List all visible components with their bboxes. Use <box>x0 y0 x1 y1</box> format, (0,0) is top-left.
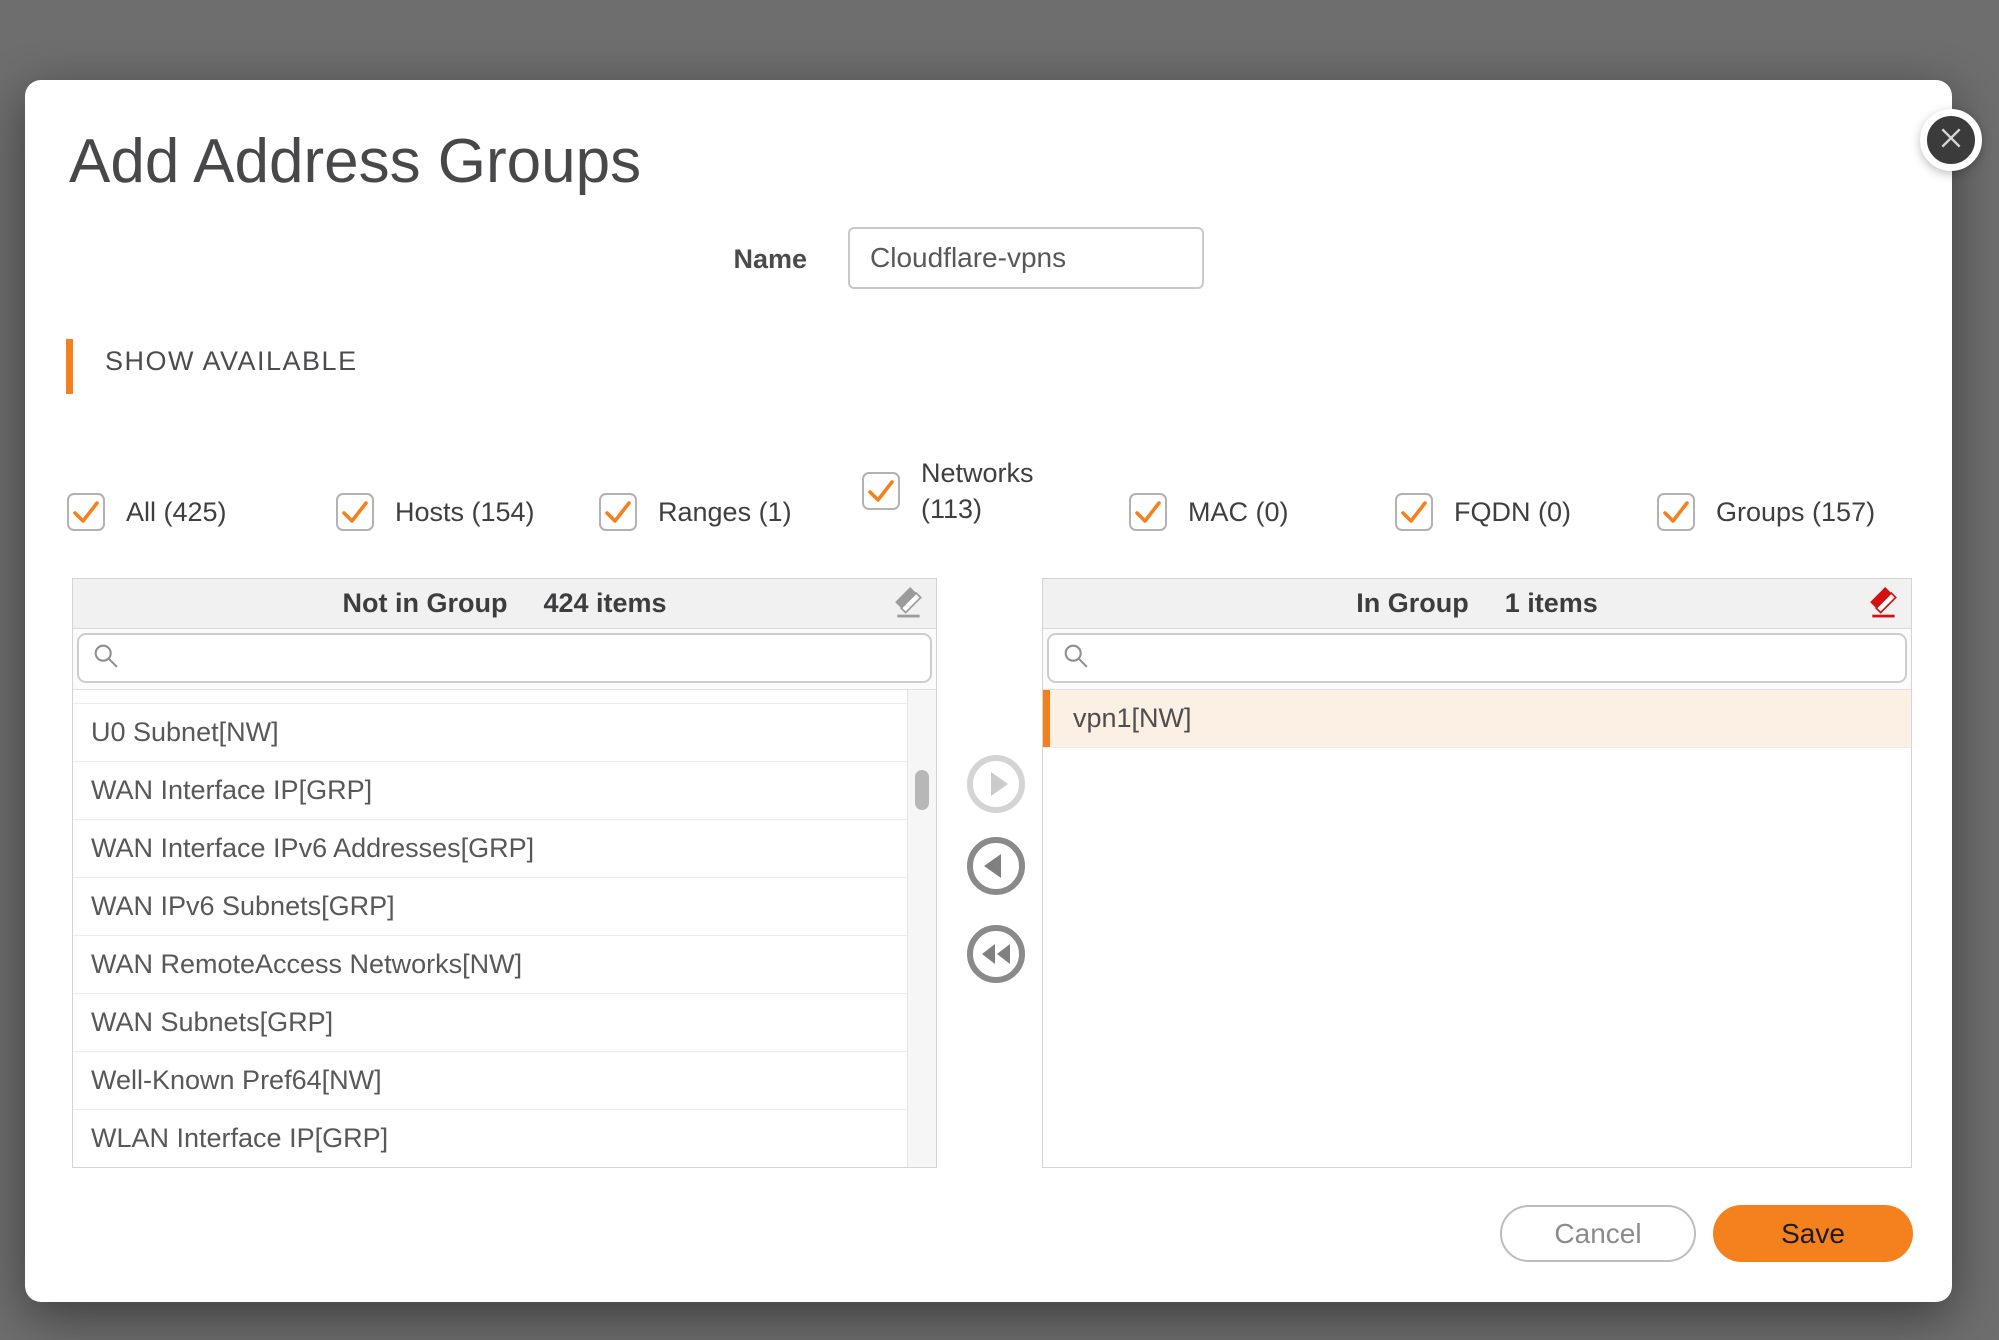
checkbox-ranges[interactable] <box>599 493 637 531</box>
search-icon <box>91 641 121 676</box>
section-accent-bar <box>66 339 73 394</box>
in-group-search-input[interactable] <box>1101 635 1905 681</box>
checkbox-hosts[interactable] <box>336 493 374 531</box>
checkbox-mac[interactable] <box>1129 493 1167 531</box>
filter-hosts[interactable]: Hosts (154) <box>336 472 535 552</box>
filter-networks[interactable]: Networks (113) <box>862 451 1066 531</box>
in-group-header: In Group 1 items <box>1043 579 1911 629</box>
list-item-selected[interactable]: vpn1[NW] <box>1043 690 1911 748</box>
filter-mac[interactable]: MAC (0) <box>1129 472 1289 552</box>
search-icon <box>1061 641 1091 676</box>
filter-all[interactable]: All (425) <box>67 472 227 552</box>
close-icon <box>1928 115 1974 166</box>
filter-fqdn[interactable]: FQDN (0) <box>1395 472 1571 552</box>
eraser-icon <box>892 608 926 623</box>
list-item-partial <box>73 690 907 704</box>
not-in-group-count: 424 items <box>543 588 666 619</box>
modal-title: Add Address Groups <box>69 126 641 197</box>
checkbox-networks[interactable] <box>862 472 900 510</box>
cancel-button[interactable]: Cancel <box>1500 1205 1696 1262</box>
add-address-groups-modal: Add Address Groups Name SHOW AVAILABLE A… <box>25 80 1952 1302</box>
in-group-search-box <box>1047 633 1907 683</box>
not-in-group-title: Not in Group <box>342 588 507 619</box>
name-label: Name <box>560 244 807 275</box>
filter-label: FQDN (0) <box>1454 497 1571 528</box>
arrow-right-icon <box>966 802 1026 817</box>
checkbox-fqdn[interactable] <box>1395 493 1433 531</box>
move-left-button[interactable] <box>966 836 1026 896</box>
selected-row-accent-bar <box>1043 690 1050 747</box>
clear-not-in-group-button[interactable] <box>891 586 927 622</box>
list-item[interactable]: U0 Subnet[NW] <box>73 704 907 762</box>
filter-label: Hosts (154) <box>395 497 535 528</box>
filter-label: Ranges (1) <box>658 497 792 528</box>
move-right-button[interactable] <box>966 754 1026 814</box>
save-button[interactable]: Save <box>1713 1205 1913 1262</box>
list-item[interactable]: WAN Subnets[GRP] <box>73 994 907 1052</box>
arrow-left-icon <box>966 884 1026 899</box>
in-group-title: In Group <box>1356 588 1468 619</box>
filter-label: All (425) <box>126 497 227 528</box>
filter-label: Groups (157) <box>1716 497 1875 528</box>
list-item[interactable]: WAN Interface IP[GRP] <box>73 762 907 820</box>
eraser-icon <box>1867 608 1901 623</box>
clear-in-group-button[interactable] <box>1866 586 1902 622</box>
list-item[interactable]: Well-Known Pref64[NW] <box>73 1052 907 1110</box>
not-in-group-search-box <box>77 633 932 683</box>
checkbox-all[interactable] <box>67 493 105 531</box>
in-group-panel: In Group 1 items <box>1042 578 1912 1168</box>
scrollbar-track[interactable] <box>907 690 936 1167</box>
not-in-group-header: Not in Group 424 items <box>73 579 936 629</box>
list-item-label: vpn1[NW] <box>1073 703 1192 734</box>
name-input[interactable] <box>848 227 1204 289</box>
not-in-group-search-input[interactable] <box>131 635 930 681</box>
in-group-search-area <box>1043 629 1911 689</box>
scrollbar-thumb[interactable] <box>915 770 929 810</box>
filter-label: MAC (0) <box>1188 497 1289 528</box>
not-in-group-panel: Not in Group 424 items <box>72 578 937 1168</box>
in-group-count: 1 items <box>1505 588 1598 619</box>
filter-label: Networks (113) <box>921 455 1066 527</box>
list-item[interactable]: WAN RemoteAccess Networks[NW] <box>73 936 907 994</box>
list-item[interactable]: WLAN Interface IP[GRP] <box>73 1110 907 1167</box>
list-item[interactable]: WAN IPv6 Subnets[GRP] <box>73 878 907 936</box>
not-in-group-list: U0 Subnet[NW]WAN Interface IP[GRP]WAN In… <box>73 689 936 1167</box>
double-arrow-left-icon <box>966 972 1026 987</box>
move-all-left-button[interactable] <box>966 924 1026 984</box>
close-button[interactable] <box>1920 109 1982 171</box>
screen-overlay: Add Address Groups Name SHOW AVAILABLE A… <box>0 0 1999 1340</box>
list-item[interactable]: WAN Interface IPv6 Addresses[GRP] <box>73 820 907 878</box>
not-in-group-search-area <box>73 629 936 689</box>
filter-groups[interactable]: Groups (157) <box>1657 472 1875 552</box>
checkbox-groups[interactable] <box>1657 493 1695 531</box>
in-group-list: vpn1[NW] <box>1043 689 1911 1167</box>
filter-ranges[interactable]: Ranges (1) <box>599 472 792 552</box>
section-title: SHOW AVAILABLE <box>105 346 358 377</box>
